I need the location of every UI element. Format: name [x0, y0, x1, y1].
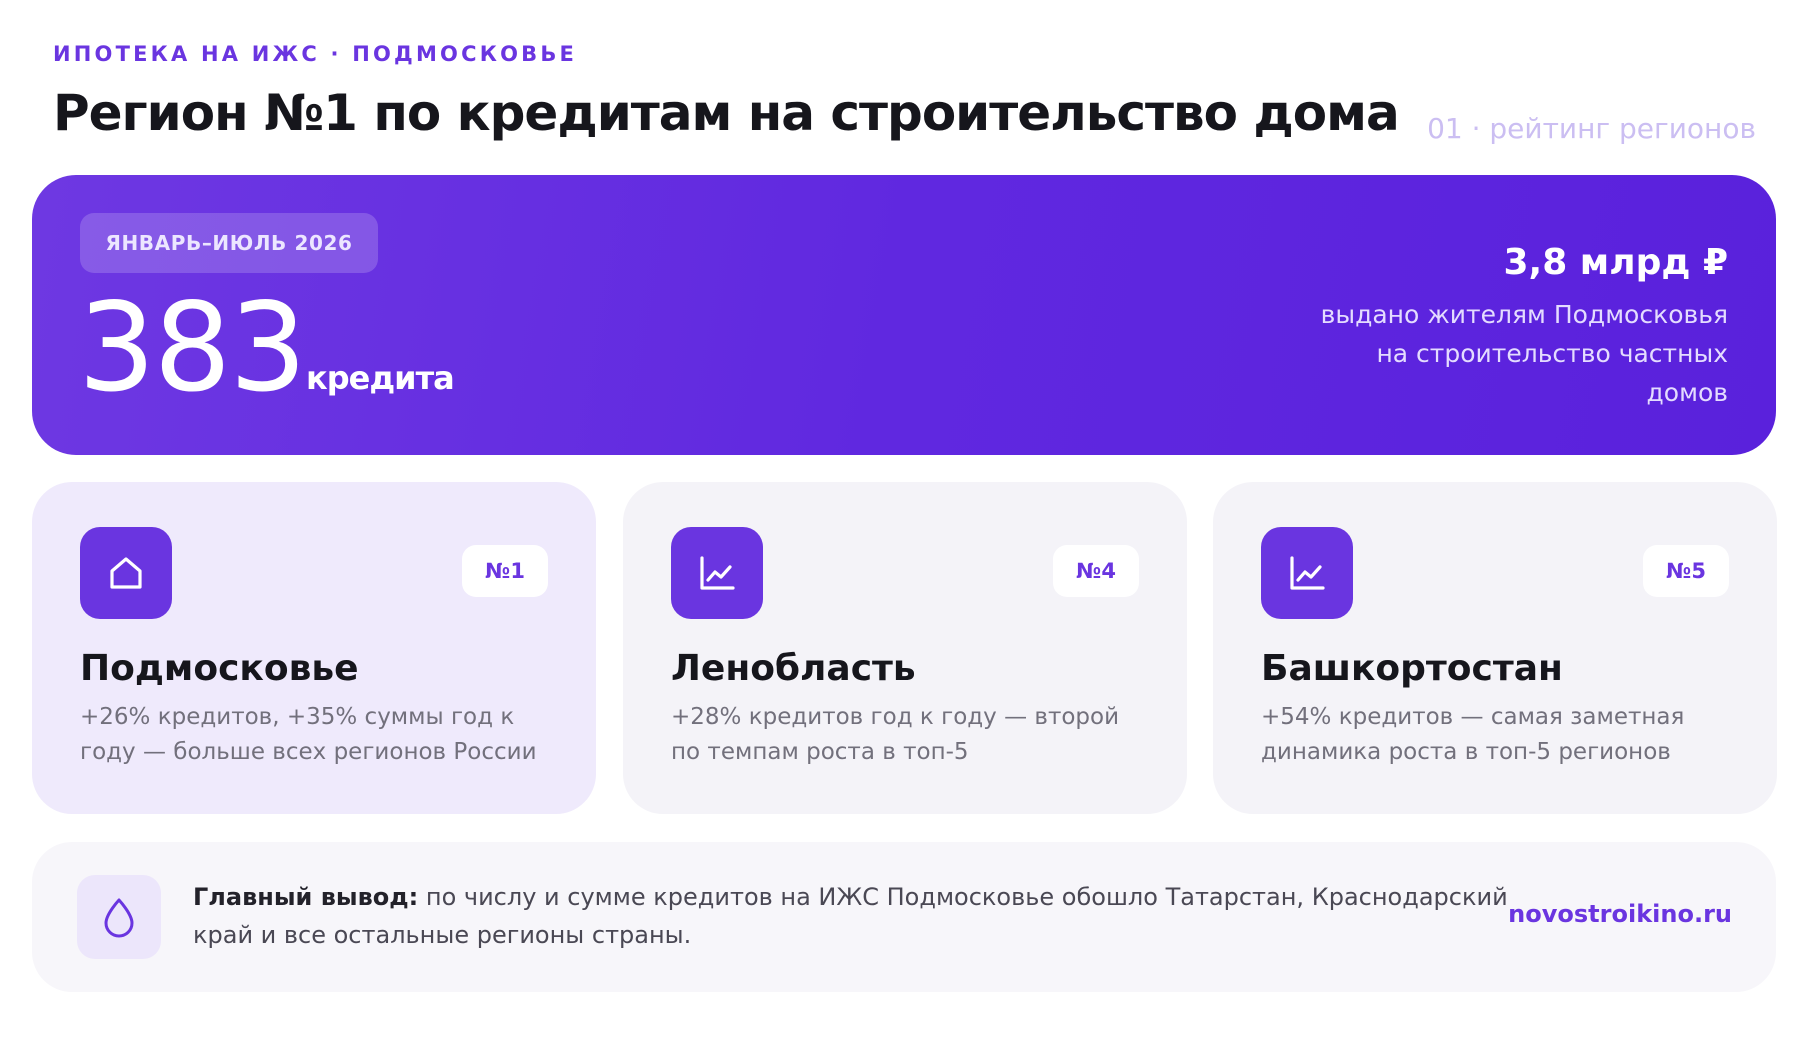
region-name: Ленобласть: [671, 648, 916, 689]
summary-text: Главный вывод: по числу и сумме кредитов…: [193, 878, 1513, 954]
region-card-bashkortostan: №5 Башкортостан +54% кредитов — самая за…: [1213, 482, 1777, 814]
drop-icon: [77, 875, 161, 959]
region-name: Подмосковье: [80, 648, 359, 689]
source-link[interactable]: novostroikino.ru: [1508, 900, 1732, 928]
chart-line-icon: [671, 527, 763, 619]
hero-amount-block: 3,8 млрд ₽ выдано жителям Подмосковья на…: [1288, 241, 1728, 412]
loan-amount-description: выдано жителям Подмосковья на строительс…: [1320, 300, 1728, 407]
region-card-podmoskovye: №1 Подмосковье +26% кредитов, +35% суммы…: [32, 482, 596, 814]
rank-badge: №1: [462, 545, 548, 597]
region-description: +26% кредитов, +35% суммы год к году — б…: [80, 704, 537, 765]
rank-badge: №5: [1643, 545, 1729, 597]
page-title: Регион №1 по кредитам на строительство д…: [53, 84, 1400, 142]
summary-panel: Главный вывод: по числу и сумме кредитов…: [32, 842, 1776, 992]
region-description: +54% кредитов — самая заметная динамика …: [1261, 704, 1685, 765]
region-description: +28% кредитов год к году — второй по тем…: [671, 704, 1120, 765]
region-card-lenoblast: №4 Ленобласть +28% кредитов год к году —…: [623, 482, 1187, 814]
loan-amount: 3,8 млрд ₽: [1503, 242, 1728, 283]
section-tag: 01 · рейтинг регионов: [1427, 112, 1756, 145]
region-name: Башкортостан: [1261, 648, 1563, 689]
chart-line-icon: [1261, 527, 1353, 619]
summary-label: Главный вывод:: [193, 883, 419, 911]
house-icon: [80, 527, 172, 619]
rank-badge: №4: [1053, 545, 1139, 597]
hero-banner: ЯНВАРЬ–ИЮЛЬ 2026 383 кредита 3,8 млрд ₽ …: [32, 175, 1776, 455]
loan-count-unit: кредита: [306, 359, 455, 397]
page: ИПОТЕКА НА ИЖС · ПОДМОСКОВЬЕ Регион №1 п…: [0, 0, 1800, 1052]
period-badge: ЯНВАРЬ–ИЮЛЬ 2026: [80, 213, 378, 273]
loan-count: 383: [78, 277, 307, 419]
kicker: ИПОТЕКА НА ИЖС · ПОДМОСКОВЬЕ: [53, 42, 578, 66]
